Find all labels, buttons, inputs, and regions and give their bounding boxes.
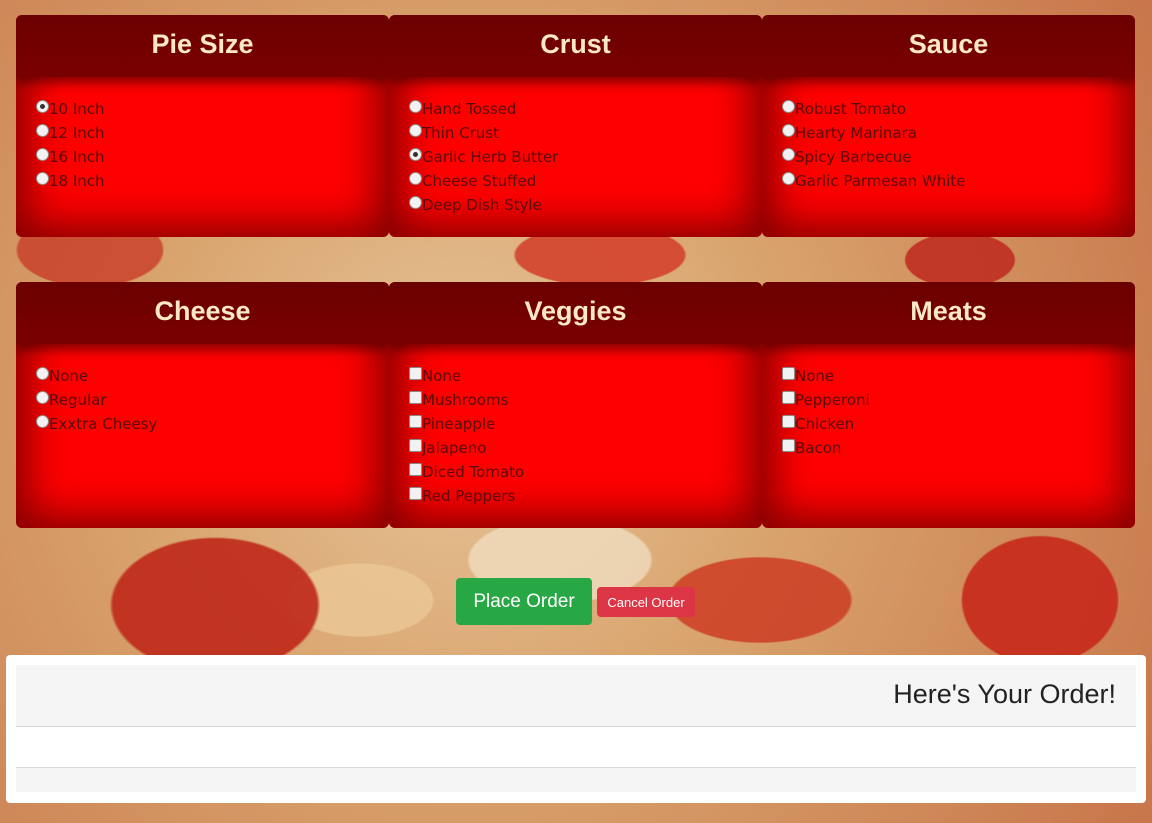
checkbox[interactable] [409, 439, 422, 452]
order-summary-body [16, 727, 1136, 768]
crust-panel: Crust Hand Tossed Thin Crust Garlic Herb… [389, 15, 762, 237]
crust-option-cheese-stuffed[interactable]: Cheese Stuffed [409, 169, 762, 193]
size-option-18[interactable]: 18 Inch [36, 169, 389, 193]
meat-option-pepperoni[interactable]: Pepperoni [782, 388, 1135, 412]
veggies-panel: Veggies None Mushrooms Pineapple Jalapen… [389, 282, 762, 528]
radio-button[interactable] [782, 148, 795, 161]
sauce-title: Sauce [762, 15, 1135, 77]
sauce-panel: Sauce Robust Tomato Hearty Marinara Spic… [762, 15, 1135, 237]
meat-option-none[interactable]: None [782, 364, 1135, 388]
cheese-option-none[interactable]: None [36, 364, 389, 388]
checkbox[interactable] [782, 439, 795, 452]
crust-option-hand-tossed[interactable]: Hand Tossed [409, 97, 762, 121]
order-summary-footer [16, 768, 1136, 792]
checkbox[interactable] [782, 415, 795, 428]
cheese-panel: Cheese None Regular Exxtra Cheesy [16, 282, 389, 528]
sauce-option-marinara[interactable]: Hearty Marinara [782, 121, 1135, 145]
pie-size-title: Pie Size [16, 15, 389, 77]
crust-title: Crust [389, 15, 762, 77]
veggie-option-none[interactable]: None [409, 364, 762, 388]
checkbox[interactable] [782, 391, 795, 404]
radio-button[interactable] [782, 124, 795, 137]
checkbox[interactable] [409, 391, 422, 404]
meats-panel: Meats None Pepperoni Chicken Bacon [762, 282, 1135, 528]
meat-option-chicken[interactable]: Chicken [782, 412, 1135, 436]
radio-button[interactable] [409, 172, 422, 185]
cheese-option-regular[interactable]: Regular [36, 388, 389, 412]
checkbox[interactable] [409, 367, 422, 380]
size-option-16[interactable]: 16 Inch [36, 145, 389, 169]
radio-button[interactable] [36, 391, 49, 404]
veggie-option-pineapple[interactable]: Pineapple [409, 412, 762, 436]
order-summary-card: Here's Your Order! [6, 655, 1146, 803]
order-summary-title: Here's Your Order! [16, 665, 1136, 727]
checkbox[interactable] [409, 487, 422, 500]
veggie-option-red-peppers[interactable]: Red Peppers [409, 484, 762, 508]
checkbox[interactable] [409, 415, 422, 428]
cheese-option-extra[interactable]: Exxtra Cheesy [36, 412, 389, 436]
crust-option-deep-dish[interactable]: Deep Dish Style [409, 193, 762, 217]
radio-button[interactable] [36, 148, 49, 161]
crust-option-garlic-herb[interactable]: Garlic Herb Butter [409, 145, 762, 169]
radio-button[interactable] [409, 100, 422, 113]
place-order-button[interactable]: Place Order [456, 578, 592, 625]
size-option-10[interactable]: 10 Inch [36, 97, 389, 121]
radio-button[interactable] [782, 172, 795, 185]
radio-button[interactable] [782, 100, 795, 113]
meat-option-bacon[interactable]: Bacon [782, 436, 1135, 460]
radio-button[interactable] [36, 100, 49, 113]
checkbox[interactable] [782, 367, 795, 380]
radio-button[interactable] [36, 172, 49, 185]
cheese-title: Cheese [16, 282, 389, 344]
cancel-order-button[interactable]: Cancel Order [597, 587, 695, 617]
pie-size-panel: Pie Size 10 Inch 12 Inch 16 Inch 18 Inch [16, 15, 389, 237]
sauce-option-robust-tomato[interactable]: Robust Tomato [782, 97, 1135, 121]
crust-option-thin[interactable]: Thin Crust [409, 121, 762, 145]
radio-button[interactable] [36, 124, 49, 137]
radio-button[interactable] [36, 415, 49, 428]
checkbox[interactable] [409, 463, 422, 476]
size-option-12[interactable]: 12 Inch [36, 121, 389, 145]
veggies-title: Veggies [389, 282, 762, 344]
radio-button[interactable] [409, 124, 422, 137]
radio-button[interactable] [409, 196, 422, 209]
veggie-option-mushrooms[interactable]: Mushrooms [409, 388, 762, 412]
veggie-option-jalapeno[interactable]: Jalapeno [409, 436, 762, 460]
veggie-option-diced-tomato[interactable]: Diced Tomato [409, 460, 762, 484]
radio-button[interactable] [36, 367, 49, 380]
sauce-option-garlic-parmesan[interactable]: Garlic Parmesan White [782, 169, 1135, 193]
meats-title: Meats [762, 282, 1135, 344]
sauce-option-barbecue[interactable]: Spicy Barbecue [782, 145, 1135, 169]
radio-button[interactable] [409, 148, 422, 161]
